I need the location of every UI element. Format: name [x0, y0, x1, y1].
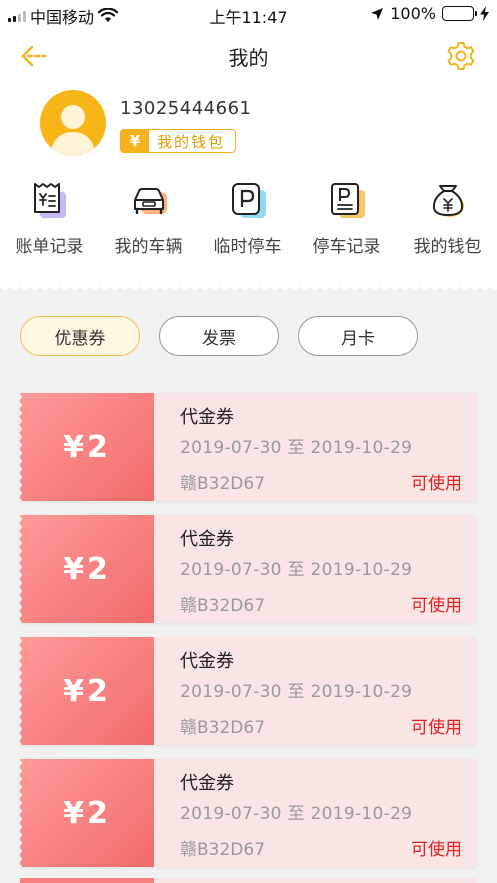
coupon-amount-panel: ¥2: [19, 393, 154, 501]
menu-label: 我的车辆: [114, 237, 183, 257]
menu-item-my-wallet[interactable]: 我的钱包: [398, 180, 497, 257]
coupon-plate: 赣B32D67: [180, 718, 266, 738]
parking-record-icon: [330, 183, 365, 218]
coupon-status: 可使用: [411, 718, 462, 738]
coupon-title: 代金券: [180, 407, 234, 428]
menu-item-my-vehicles[interactable]: 我的车辆: [99, 180, 198, 257]
menu-label: 临时停车: [213, 237, 282, 257]
coupon-status: 可使用: [411, 474, 462, 494]
scalloped-divider: [0, 280, 497, 290]
coupon-card[interactable]: ¥2 代金券 2019-07-30 至 2019-10-29 赣B32D67 可…: [19, 515, 476, 623]
coupon-date-range: 2019-07-30 至 2019-10-29: [180, 438, 413, 458]
default-user-icon: [50, 105, 96, 156]
coupon-date-range: 2019-07-30 至 2019-10-29: [180, 560, 413, 580]
car-icon: [133, 188, 167, 215]
wallet-badge[interactable]: ¥ 我的钱包: [120, 129, 236, 153]
status-right: 100%: [370, 4, 489, 23]
menu-item-bill-records[interactable]: 账单记录: [0, 180, 99, 257]
coupon-amount: ¥2: [63, 429, 111, 465]
menu-label: 停车记录: [312, 237, 381, 257]
tab-monthly-card[interactable]: 月卡: [298, 316, 418, 356]
coupon-card-partial[interactable]: [20, 878, 476, 883]
coupon-date-range: 2019-07-30 至 2019-10-29: [180, 804, 413, 824]
avatar[interactable]: [40, 90, 106, 156]
coupon-card[interactable]: ¥2 代金券 2019-07-30 至 2019-10-29 赣B32D67 可…: [19, 637, 476, 745]
profile-header: 我的 13025444661 ¥ 我的钱包 账单记录 我的车辆 临时停车 停车记…: [0, 28, 497, 286]
quick-menu: 账单记录 我的车辆 临时停车 停车记录 我的钱包: [0, 180, 497, 266]
charging-icon: [480, 6, 489, 21]
status-bar: 中国移动 上午11:47 100%: [0, 0, 497, 28]
parking-icon: [231, 183, 266, 218]
location-arrow-icon: [371, 7, 384, 20]
menu-label: 我的钱包: [413, 237, 482, 257]
coupon-tabs: 优惠券 发票 月卡: [0, 316, 497, 356]
battery-icon: [442, 6, 477, 21]
tab-invoice[interactable]: 发票: [159, 316, 279, 356]
coupon-plate: 赣B32D67: [180, 474, 266, 494]
yen-icon: ¥: [121, 130, 149, 152]
menu-item-parking-records[interactable]: 停车记录: [297, 180, 396, 257]
page-title: 我的: [228, 46, 269, 70]
coupon-card[interactable]: ¥2 代金券 2019-07-30 至 2019-10-29 赣B32D67 可…: [19, 393, 476, 501]
coupon-title: 代金券: [180, 529, 234, 550]
bill-icon: [33, 183, 66, 218]
battery-percent: 100%: [390, 4, 436, 23]
coupon-date-range: 2019-07-30 至 2019-10-29: [180, 682, 413, 702]
coupon-amount: ¥2: [63, 551, 111, 587]
user-phone: 13025444661: [120, 98, 252, 119]
coupon-status: 可使用: [411, 596, 462, 616]
menu-label: 账单记录: [15, 237, 84, 257]
coupon-title: 代金券: [180, 651, 234, 672]
coupon-amount: ¥2: [63, 673, 111, 709]
tab-coupons[interactable]: 优惠券: [20, 316, 140, 356]
wallet-badge-label: 我的钱包: [157, 132, 226, 151]
coupon-amount-panel: ¥2: [19, 515, 154, 623]
coupon-amount-panel: ¥2: [19, 637, 154, 745]
coupon-title: 代金券: [180, 773, 234, 794]
menu-item-temp-parking[interactable]: 临时停车: [198, 180, 297, 257]
money-bag-icon: [432, 185, 464, 217]
coupon-plate: 赣B32D67: [180, 596, 266, 616]
coupon-amount: ¥2: [63, 795, 111, 831]
coupon-status: 可使用: [411, 840, 462, 860]
coupon-amount-panel: ¥2: [19, 759, 154, 867]
gear-icon[interactable]: [445, 40, 477, 72]
coupon-card[interactable]: ¥2 代金券 2019-07-30 至 2019-10-29 赣B32D67 可…: [19, 759, 476, 867]
coupon-plate: 赣B32D67: [180, 840, 266, 860]
